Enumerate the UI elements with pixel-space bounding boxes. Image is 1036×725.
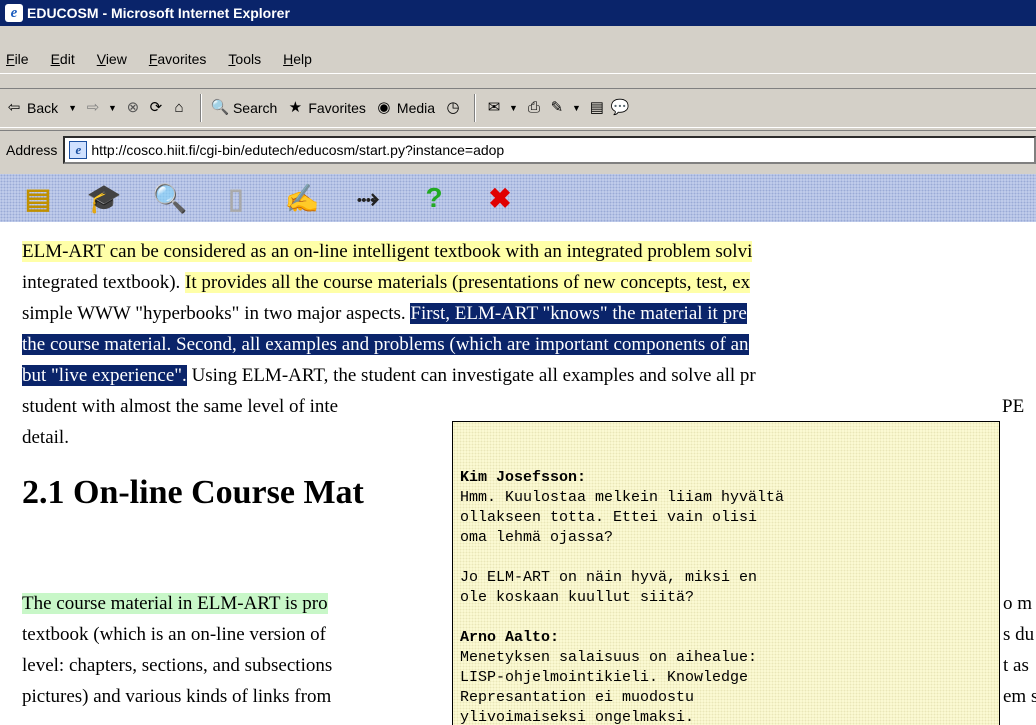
- section-heading: 2.1 On-line Course Mat: [22, 474, 364, 511]
- text-segment: level: chapters, sections, and subsectio…: [22, 655, 333, 676]
- text-segment: student with almost the same level of in…: [22, 396, 339, 417]
- close-icon[interactable]: ✖: [480, 180, 520, 216]
- text-segment: pictures) and various kinds of links fro…: [22, 686, 332, 707]
- menu-file[interactable]: File: [6, 51, 29, 67]
- text-segment: It provides all the course materials (pr…: [185, 272, 751, 293]
- search-label: Search: [232, 100, 278, 116]
- toolbar-separator: [199, 94, 202, 122]
- comment-text: Hmm. Kuulostaa melkein liiam hyvältä oll…: [460, 489, 785, 546]
- search-icon: 🔍: [210, 99, 230, 116]
- favorites-label: Favorites: [308, 100, 366, 116]
- text-segment: The course material in ELM-ART is pro: [22, 593, 328, 614]
- media-label: Media: [396, 100, 436, 116]
- article-line-7: detail.: [22, 423, 69, 453]
- text-segment: the course material. Second, all example…: [22, 334, 749, 355]
- article-line-4: the course material. Second, all example…: [22, 330, 749, 360]
- media-button[interactable]: ◉ Media: [374, 98, 435, 118]
- menu-bar: File Edit View Favorites Tools Help: [0, 44, 1036, 74]
- back-arrow-icon: ⇦: [7, 99, 21, 116]
- stop-icon[interactable]: ⊗: [123, 98, 143, 118]
- menu-favorites[interactable]: Favorites: [149, 51, 207, 67]
- annotate-icon[interactable]: ✍: [282, 180, 322, 216]
- back-dropdown-icon[interactable]: ▼: [68, 103, 77, 113]
- comment-text: Menetyksen salaisuus on aihealue: LISP-o…: [460, 649, 758, 725]
- text-segment: Using ELM-ART, the student can investiga…: [186, 365, 756, 386]
- print-icon[interactable]: ⎙: [524, 98, 544, 118]
- notes-icon[interactable]: ▤: [18, 180, 58, 216]
- text-segment: integrated textbook).: [22, 272, 186, 293]
- edit-dropdown-icon[interactable]: ▼: [572, 103, 581, 113]
- article-line-1: ELM-ART can be considered as an on-line …: [22, 237, 753, 267]
- search-button[interactable]: 🔍 Search: [210, 98, 278, 118]
- address-field[interactable]: e http://cosco.hiit.fi/cgi-bin/edutech/e…: [63, 135, 1036, 164]
- browser-toolbar: ⇦ Back ▼ ⇨ ▼ ⊗ ⟳ ⌂ 🔍 Search ★ Favorites …: [0, 88, 1036, 128]
- article-line-8: The course material in ELM-ART is pro: [22, 589, 328, 619]
- article-line-10: level: chapters, sections, and subsectio…: [22, 651, 332, 681]
- page-viewport: ELM-ART can be considered as an on-line …: [0, 174, 1036, 725]
- home-icon[interactable]: ⌂: [169, 98, 189, 118]
- messenger-icon[interactable]: 💬: [610, 98, 630, 118]
- discuss-icon[interactable]: ▤: [587, 98, 607, 118]
- graduation-cap-icon[interactable]: 🎓: [84, 180, 124, 216]
- comment: Arno Aalto: Menetyksen salaisuus on aihe…: [460, 628, 999, 725]
- text-segment: PE: [1002, 396, 1025, 417]
- toolbar-separator: [474, 94, 477, 122]
- favorites-button[interactable]: ★ Favorites: [285, 98, 366, 118]
- text-segment: detail.: [22, 427, 69, 448]
- text-segment: em s: [1003, 686, 1036, 707]
- page-icon: e: [69, 140, 88, 159]
- article-line-9: textbook (which is an on-line version of: [22, 620, 326, 650]
- address-label: Address: [6, 141, 58, 158]
- address-url: http://cosco.hiit.fi/cgi-bin/edutech/edu…: [91, 141, 505, 158]
- page-icon[interactable]: ▯: [216, 180, 256, 216]
- back-button[interactable]: ⇦ Back: [4, 98, 58, 118]
- address-bar: Address e http://cosco.hiit.fi/cgi-bin/e…: [0, 130, 1036, 168]
- comment-author: Kim Josefsson:: [460, 469, 587, 486]
- text-segment: First, ELM-ART "knows" the material it p…: [410, 303, 747, 324]
- comment-text: Jo ELM-ART on näin hyvä, miksi en ole ko…: [460, 569, 758, 606]
- comment: Kim Josefsson: Hmm. Kuulostaa melkein li…: [460, 468, 999, 548]
- article-line-2: integrated textbook). It provides all th…: [22, 268, 751, 298]
- article-line-3: simple WWW "hyperbooks" in two major asp…: [22, 299, 747, 329]
- mail-icon[interactable]: ✉: [484, 98, 504, 118]
- text-segment: o m: [1003, 593, 1033, 614]
- edit-icon[interactable]: ✎: [547, 98, 567, 118]
- back-label: Back: [27, 100, 59, 116]
- text-segment: t as: [1003, 655, 1029, 676]
- menu-view[interactable]: View: [97, 51, 127, 67]
- window-title: EDUCOSM - Microsoft Internet Explorer: [27, 5, 290, 21]
- article-line-5: but "live experience". Using ELM-ART, th…: [22, 361, 756, 391]
- history-icon[interactable]: ◷: [443, 98, 463, 118]
- forward-dropdown-icon[interactable]: ▼: [108, 103, 117, 113]
- article-line-11: pictures) and various kinds of links fro…: [22, 682, 331, 712]
- menu-tools[interactable]: Tools: [228, 51, 261, 67]
- refresh-icon[interactable]: ⟳: [146, 98, 166, 118]
- favorites-icon: ★: [288, 99, 303, 116]
- link-icon[interactable]: ⤑: [348, 180, 388, 216]
- window-titlebar[interactable]: e EDUCOSM - Microsoft Internet Explorer: [0, 0, 1036, 26]
- article-line-tail: s du: [1003, 620, 1034, 650]
- comment: Jo ELM-ART on näin hyvä, miksi en ole ko…: [460, 568, 999, 608]
- media-icon: ◉: [377, 99, 391, 116]
- forward-arrow-icon[interactable]: ⇨: [83, 98, 103, 118]
- annotation-popup: Kim Josefsson: Hmm. Kuulostaa melkein li…: [452, 421, 1000, 725]
- text-segment: s du: [1003, 624, 1035, 645]
- educosm-toolbar: ▤ 🎓 🔍 ▯ ✍ ⤑ ? ✖: [0, 174, 1036, 222]
- help-icon[interactable]: ?: [414, 180, 454, 216]
- article-line-6: student with almost the same level of in…: [22, 392, 338, 422]
- mail-dropdown-icon[interactable]: ▼: [509, 103, 518, 113]
- article-line-tail: o m: [1003, 589, 1032, 619]
- menu-help[interactable]: Help: [283, 51, 312, 67]
- menu-edit[interactable]: Edit: [51, 51, 75, 67]
- text-segment: ELM-ART can be considered as an on-line …: [22, 241, 753, 262]
- text-segment: textbook (which is an on-line version of: [22, 624, 326, 645]
- article-line-tail: em s: [1003, 682, 1036, 712]
- ie-logo-icon: e: [5, 4, 23, 22]
- text-segment: but "live experience".: [22, 365, 187, 386]
- article-line-6-tail: PE: [1002, 392, 1024, 422]
- article-line-tail: t as: [1003, 651, 1029, 681]
- text-segment: simple WWW "hyperbooks" in two major asp…: [22, 303, 411, 324]
- page-search-icon[interactable]: 🔍: [150, 180, 190, 216]
- comment-author: Arno Aalto:: [460, 629, 560, 646]
